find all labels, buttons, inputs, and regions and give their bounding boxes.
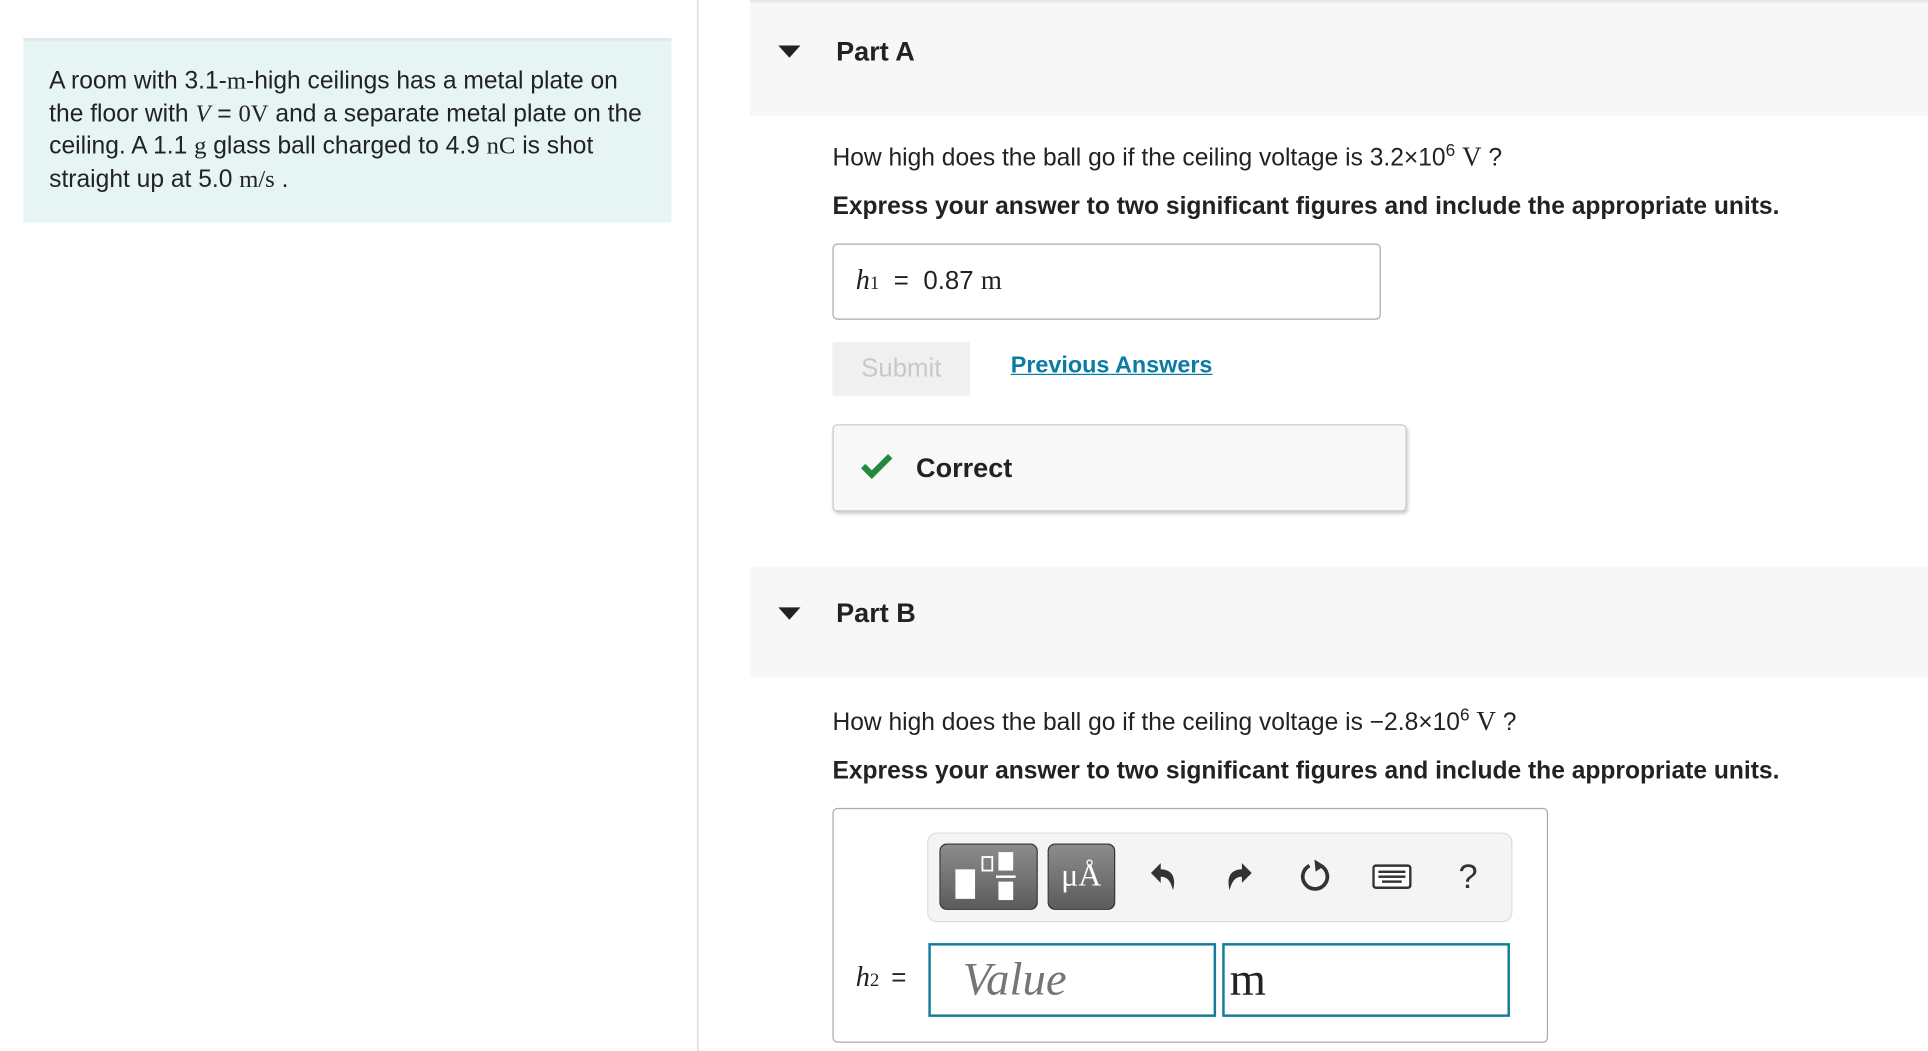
keyboard-button[interactable]	[1371, 856, 1413, 898]
panel-divider	[697, 0, 699, 1051]
help-button[interactable]: ?	[1447, 856, 1489, 898]
undo-button[interactable]	[1142, 856, 1184, 898]
part-a-instruction: Express your answer to two significant f…	[832, 193, 1780, 221]
templates-icon	[955, 852, 1016, 901]
part-b-instruction: Express your answer to two significant f…	[832, 757, 1780, 785]
submit-button[interactable]: Submit	[832, 341, 971, 396]
keyboard-icon	[1372, 864, 1412, 889]
collapse-triangle-icon[interactable]	[778, 45, 801, 58]
part-b-variable-label: h2 =	[855, 961, 907, 993]
reset-icon	[1300, 859, 1330, 891]
templates-button[interactable]	[939, 843, 1038, 910]
feedback-correct: Correct	[832, 424, 1407, 512]
help-icon: ?	[1458, 857, 1478, 896]
collapse-triangle-icon[interactable]	[778, 607, 801, 620]
redo-button[interactable]	[1219, 856, 1261, 898]
units-icon: μÅ	[1061, 857, 1102, 893]
redo-icon	[1228, 863, 1252, 891]
part-a-answer-display: h1 = 0.87 m	[832, 243, 1381, 320]
reset-button[interactable]	[1295, 856, 1337, 898]
answer-value: 0.87	[923, 266, 974, 296]
problem-statement: A room with 3.1-m-high ceilings has a me…	[23, 38, 672, 223]
part-a-header[interactable]: Part A	[750, 0, 1928, 116]
unit-input[interactable]	[1222, 943, 1510, 1017]
units-button[interactable]: μÅ	[1047, 843, 1116, 910]
checkmark-icon	[861, 454, 893, 479]
part-b-header[interactable]: Part B	[750, 566, 1928, 678]
problem-text: A room with 3.1-m-high ceilings has a me…	[49, 67, 642, 193]
part-a-title: Part A	[836, 35, 915, 67]
part-b-title: Part B	[836, 597, 916, 629]
answer-unit: m	[980, 264, 1002, 296]
previous-answers-link[interactable]: Previous Answers	[1011, 353, 1213, 380]
feedback-text: Correct	[916, 452, 1013, 484]
part-a-question: How high does the ball go if the ceiling…	[832, 140, 1503, 172]
value-input[interactable]	[928, 943, 1217, 1017]
part-b-question: How high does the ball go if the ceiling…	[832, 704, 1517, 737]
math-toolbar: μÅ ?	[927, 832, 1513, 923]
undo-icon	[1150, 863, 1175, 891]
